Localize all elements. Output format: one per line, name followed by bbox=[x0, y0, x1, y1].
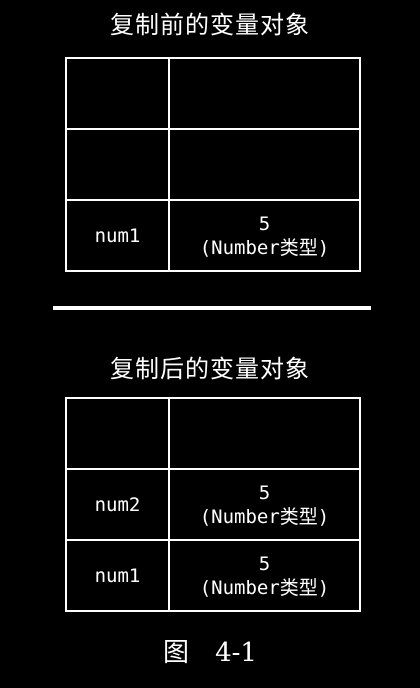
table-row: num2 5 (Number类型) bbox=[65, 468, 361, 541]
variable-object-before: num1 5 (Number类型) bbox=[65, 57, 361, 272]
variable-type: (Number类型) bbox=[199, 505, 330, 528]
title-before-copy: 复制前的变量对象 bbox=[110, 11, 310, 39]
figure-label: 图 bbox=[163, 638, 190, 668]
variable-value-cell: 5 (Number类型) bbox=[168, 199, 361, 272]
figure-caption: 图 4-1 bbox=[0, 636, 420, 670]
title-after-copy: 复制后的变量对象 bbox=[110, 355, 310, 383]
table-row bbox=[65, 128, 361, 201]
variable-type: (Number类型) bbox=[199, 236, 330, 259]
variable-name-cell bbox=[65, 397, 170, 470]
table-row bbox=[65, 57, 361, 130]
variable-name-cell: num2 bbox=[65, 468, 170, 541]
variable-name-cell: num1 bbox=[65, 199, 170, 272]
section-divider bbox=[53, 306, 371, 310]
variable-type: (Number类型) bbox=[199, 576, 330, 599]
variable-value-cell bbox=[168, 397, 361, 470]
variable-object-after: num2 5 (Number类型) num1 5 (Number类型) bbox=[65, 397, 361, 612]
figure-number: 4-1 bbox=[215, 638, 257, 668]
variable-name-cell: num1 bbox=[65, 539, 170, 612]
variable-name-cell bbox=[65, 128, 170, 201]
variable-value: 5 bbox=[258, 212, 271, 235]
variable-value-cell bbox=[168, 128, 361, 201]
table-row: num1 5 (Number类型) bbox=[65, 539, 361, 612]
table-row bbox=[65, 397, 361, 470]
variable-name-cell bbox=[65, 57, 170, 130]
variable-value-cell: 5 (Number类型) bbox=[168, 468, 361, 541]
variable-value-cell bbox=[168, 57, 361, 130]
variable-value-cell: 5 (Number类型) bbox=[168, 539, 361, 612]
table-row: num1 5 (Number类型) bbox=[65, 199, 361, 272]
variable-value: 5 bbox=[258, 552, 271, 575]
variable-value: 5 bbox=[258, 481, 271, 504]
